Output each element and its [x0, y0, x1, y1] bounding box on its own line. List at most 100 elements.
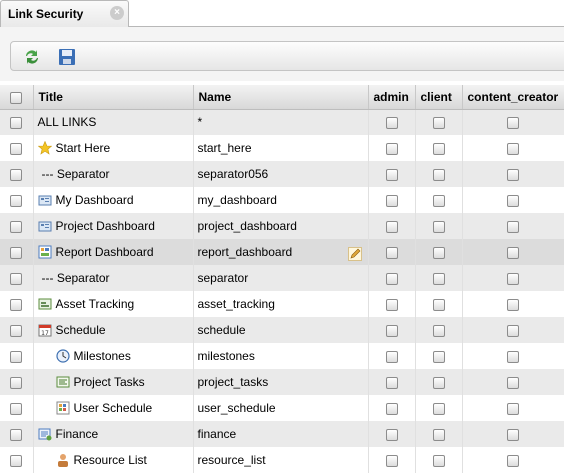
checkbox[interactable]: [507, 298, 519, 311]
checkbox[interactable]: [10, 194, 23, 207]
checkbox[interactable]: [385, 376, 398, 389]
row-select-checkbox[interactable]: [0, 135, 34, 161]
table-row[interactable]: --- Separator separator: [0, 265, 564, 291]
row-select-checkbox[interactable]: [0, 187, 34, 213]
col-name[interactable]: Name: [193, 85, 369, 110]
admin-checkbox[interactable]: [368, 291, 416, 317]
checkbox[interactable]: [432, 246, 445, 259]
checkbox[interactable]: [385, 117, 398, 130]
table-row[interactable]: --- Separator separator056: [0, 161, 564, 187]
table-row[interactable]: Resource List resource_list: [0, 447, 564, 473]
checkbox[interactable]: [432, 428, 445, 441]
checkbox[interactable]: [10, 272, 23, 285]
admin-checkbox[interactable]: [368, 317, 416, 343]
row-select-checkbox[interactable]: [0, 447, 34, 473]
client-checkbox[interactable]: [415, 369, 463, 395]
checkbox[interactable]: [432, 402, 445, 415]
checkbox[interactable]: [432, 454, 445, 467]
checkbox[interactable]: [507, 454, 519, 467]
row-select-checkbox[interactable]: [0, 161, 34, 187]
checkbox[interactable]: [10, 298, 23, 311]
checkbox[interactable]: [507, 168, 519, 181]
admin-checkbox[interactable]: [368, 343, 416, 369]
client-checkbox[interactable]: [415, 161, 463, 187]
row-select-checkbox[interactable]: [0, 213, 34, 239]
col-title[interactable]: Title: [33, 85, 194, 110]
pencil-icon[interactable]: [347, 247, 362, 261]
table-row[interactable]: Milestones milestones: [0, 343, 564, 369]
checkbox[interactable]: [10, 117, 23, 130]
row-select-checkbox[interactable]: [0, 291, 34, 317]
table-row[interactable]: Project Tasks project_tasks: [0, 369, 564, 395]
checkbox[interactable]: [385, 298, 398, 311]
checkbox[interactable]: [385, 220, 398, 233]
checkbox[interactable]: [432, 220, 445, 233]
admin-checkbox[interactable]: [368, 213, 416, 239]
content-creator-checkbox[interactable]: [462, 447, 564, 473]
checkbox[interactable]: [10, 428, 23, 441]
admin-checkbox[interactable]: [368, 187, 416, 213]
admin-checkbox[interactable]: [368, 369, 416, 395]
table-row[interactable]: Start Here start_here: [0, 135, 564, 161]
checkbox[interactable]: [385, 272, 398, 285]
client-checkbox[interactable]: [415, 109, 463, 135]
admin-checkbox[interactable]: [368, 395, 416, 421]
checkbox[interactable]: [10, 168, 23, 181]
content-creator-checkbox[interactable]: [462, 213, 564, 239]
checkbox[interactable]: [507, 402, 519, 415]
table-row[interactable]: 17 Schedule schedule: [0, 317, 564, 343]
client-checkbox[interactable]: [415, 239, 463, 265]
table-row[interactable]: Report Dashboard report_dashboard: [0, 239, 564, 265]
admin-checkbox[interactable]: [368, 421, 416, 447]
content-creator-checkbox[interactable]: [462, 135, 564, 161]
checkbox[interactable]: [385, 194, 398, 207]
col-client[interactable]: client: [415, 85, 463, 110]
content-creator-checkbox[interactable]: [462, 265, 564, 291]
checkbox[interactable]: [507, 428, 519, 441]
checkbox[interactable]: [10, 454, 23, 467]
admin-checkbox[interactable]: [368, 265, 416, 291]
checkbox[interactable]: [10, 402, 23, 415]
table-row[interactable]: Project Dashboard project_dashboard: [0, 213, 564, 239]
admin-checkbox[interactable]: [368, 161, 416, 187]
checkbox[interactable]: [10, 324, 23, 337]
checkbox[interactable]: [385, 402, 398, 415]
checkbox[interactable]: [507, 117, 519, 130]
checkbox[interactable]: [432, 194, 445, 207]
checkbox[interactable]: [385, 350, 398, 363]
table-row[interactable]: My Dashboard my_dashboard: [0, 187, 564, 213]
checkbox[interactable]: [10, 142, 23, 155]
table-row[interactable]: Finance finance: [0, 421, 564, 447]
checkbox[interactable]: [507, 246, 519, 259]
admin-checkbox[interactable]: [368, 135, 416, 161]
checkbox[interactable]: [385, 454, 398, 467]
admin-checkbox[interactable]: [368, 109, 416, 135]
client-checkbox[interactable]: [415, 213, 463, 239]
close-icon[interactable]: ×: [110, 6, 124, 20]
content-creator-checkbox[interactable]: [462, 369, 564, 395]
content-creator-checkbox[interactable]: [462, 239, 564, 265]
select-all-checkbox[interactable]: [0, 85, 34, 110]
content-creator-checkbox[interactable]: [462, 343, 564, 369]
client-checkbox[interactable]: [415, 187, 463, 213]
client-checkbox[interactable]: [415, 265, 463, 291]
checkbox[interactable]: [432, 117, 445, 130]
client-checkbox[interactable]: [415, 135, 463, 161]
content-creator-checkbox[interactable]: [462, 421, 564, 447]
row-select-checkbox[interactable]: [0, 343, 34, 369]
table-row[interactable]: User Schedule user_schedule: [0, 395, 564, 421]
checkbox[interactable]: [432, 298, 445, 311]
client-checkbox[interactable]: [415, 317, 463, 343]
content-creator-checkbox[interactable]: [462, 187, 564, 213]
checkbox[interactable]: [507, 324, 519, 337]
checkbox[interactable]: [507, 220, 519, 233]
client-checkbox[interactable]: [415, 395, 463, 421]
row-select-checkbox[interactable]: [0, 369, 34, 395]
checkbox[interactable]: [432, 142, 445, 155]
col-admin[interactable]: admin: [368, 85, 416, 110]
checkbox[interactable]: [10, 376, 23, 389]
row-select-checkbox[interactable]: [0, 109, 34, 135]
table-row[interactable]: Asset Tracking asset_tracking: [0, 291, 564, 317]
checkbox[interactable]: [507, 350, 519, 363]
save-icon[interactable]: [58, 48, 76, 66]
